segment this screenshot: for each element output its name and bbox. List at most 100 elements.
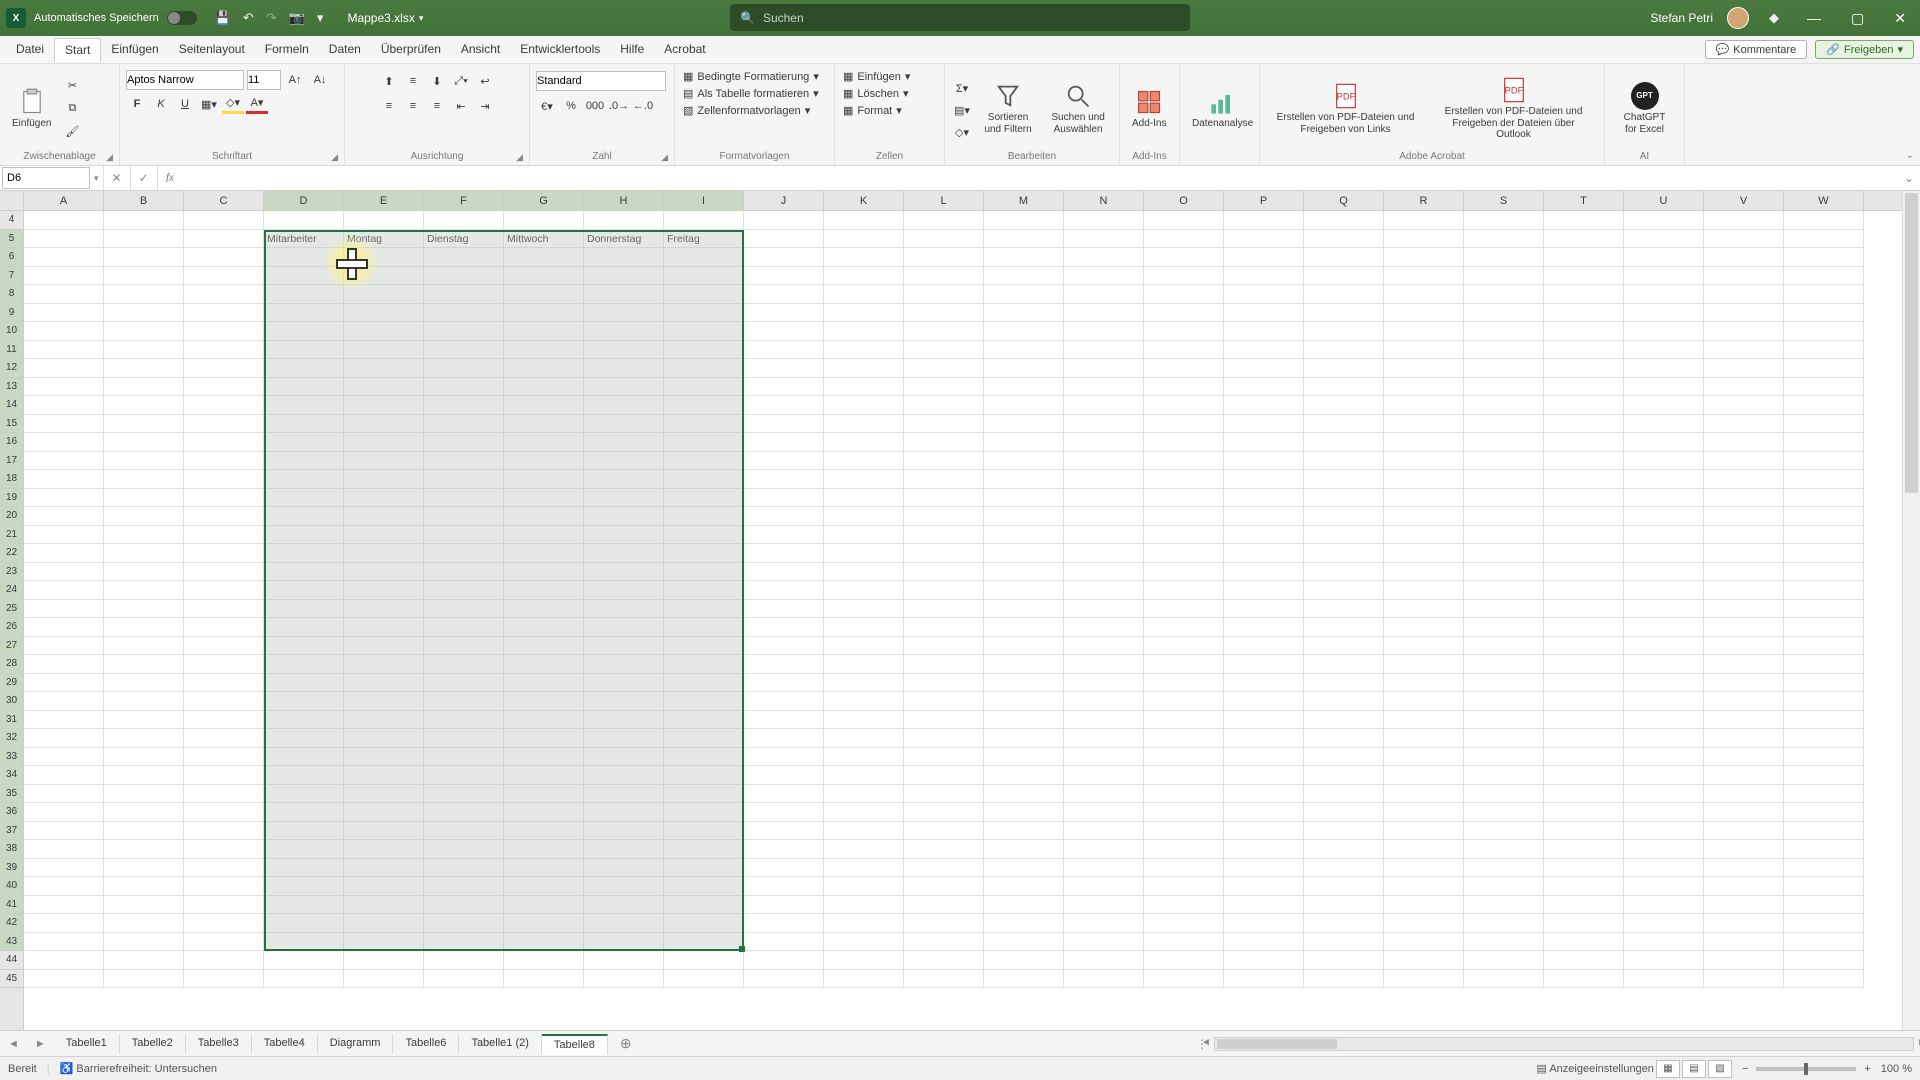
cell-D10[interactable] [264,322,344,341]
cell-L37[interactable] [904,822,984,841]
cell-L36[interactable] [904,803,984,822]
cell-P5[interactable] [1224,230,1304,249]
cell-V4[interactable] [1704,211,1784,230]
clipboard-launcher[interactable]: ◢ [106,152,113,163]
cell-S31[interactable] [1464,711,1544,730]
cell-C38[interactable] [184,840,264,859]
cell-C41[interactable] [184,896,264,915]
cell-J21[interactable] [744,526,824,545]
cell-O20[interactable] [1144,507,1224,526]
cell-I12[interactable] [664,359,744,378]
cell-E33[interactable] [344,748,424,767]
cell-D22[interactable] [264,544,344,563]
cell-L44[interactable] [904,951,984,970]
cell-G29[interactable] [504,674,584,693]
formula-input[interactable] [182,167,1898,189]
cell-O21[interactable] [1144,526,1224,545]
cell-G44[interactable] [504,951,584,970]
cell-D12[interactable] [264,359,344,378]
cell-B5[interactable] [104,230,184,249]
row-header-12[interactable]: 12 [0,359,23,378]
cell-B21[interactable] [104,526,184,545]
cell-C6[interactable] [184,248,264,267]
cell-E31[interactable] [344,711,424,730]
cell-I39[interactable] [664,859,744,878]
cell-L28[interactable] [904,655,984,674]
cell-G42[interactable] [504,914,584,933]
cell-Q32[interactable] [1304,729,1384,748]
cell-J6[interactable] [744,248,824,267]
cell-O29[interactable] [1144,674,1224,693]
cell-O27[interactable] [1144,637,1224,656]
cell-Q8[interactable] [1304,285,1384,304]
cell-R9[interactable] [1384,304,1464,323]
cell-C23[interactable] [184,563,264,582]
cell-C26[interactable] [184,618,264,637]
column-header-S[interactable]: S [1464,191,1544,210]
cell-I19[interactable] [664,489,744,508]
search-box[interactable]: 🔍 Suchen [730,4,1190,31]
cell-H23[interactable] [584,563,664,582]
cell-E34[interactable] [344,766,424,785]
acrobat-create-share-link-button[interactable]: PDF Erstellen von PDF-Dateien und Freige… [1266,80,1425,137]
diamond-icon[interactable]: ◆ [1763,10,1785,26]
cell-W9[interactable] [1784,304,1864,323]
cell-D28[interactable] [264,655,344,674]
cell-J20[interactable] [744,507,824,526]
cell-B43[interactable] [104,933,184,952]
cell-S18[interactable] [1464,470,1544,489]
cell-A18[interactable] [24,470,104,489]
cell-G39[interactable] [504,859,584,878]
cell-U17[interactable] [1624,452,1704,471]
cell-O40[interactable] [1144,877,1224,896]
column-header-C[interactable]: C [184,191,264,210]
cell-D37[interactable] [264,822,344,841]
cell-N45[interactable] [1064,970,1144,989]
cell-E14[interactable] [344,396,424,415]
cell-O37[interactable] [1144,822,1224,841]
cell-T35[interactable] [1544,785,1624,804]
cell-S29[interactable] [1464,674,1544,693]
cell-L39[interactable] [904,859,984,878]
cell-W22[interactable] [1784,544,1864,563]
cell-W34[interactable] [1784,766,1864,785]
autosum-icon[interactable]: Σ▾ [951,78,973,98]
cell-M21[interactable] [984,526,1064,545]
cell-T38[interactable] [1544,840,1624,859]
cell-A24[interactable] [24,581,104,600]
cell-A26[interactable] [24,618,104,637]
cell-R44[interactable] [1384,951,1464,970]
cell-D16[interactable] [264,433,344,452]
cell-T18[interactable] [1544,470,1624,489]
cell-U14[interactable] [1624,396,1704,415]
cell-F42[interactable] [424,914,504,933]
cell-W40[interactable] [1784,877,1864,896]
cell-D41[interactable] [264,896,344,915]
cell-O28[interactable] [1144,655,1224,674]
cell-S32[interactable] [1464,729,1544,748]
cell-H4[interactable] [584,211,664,230]
cell-T20[interactable] [1544,507,1624,526]
cell-D27[interactable] [264,637,344,656]
column-header-J[interactable]: J [744,191,824,210]
cell-O10[interactable] [1144,322,1224,341]
cell-A22[interactable] [24,544,104,563]
cell-H12[interactable] [584,359,664,378]
cell-H43[interactable] [584,933,664,952]
cell-L38[interactable] [904,840,984,859]
cell-W4[interactable] [1784,211,1864,230]
cell-P7[interactable] [1224,267,1304,286]
cell-F30[interactable] [424,692,504,711]
cell-C34[interactable] [184,766,264,785]
cell-Q5[interactable] [1304,230,1384,249]
cell-F43[interactable] [424,933,504,952]
cell-L30[interactable] [904,692,984,711]
cell-L40[interactable] [904,877,984,896]
cell-F5[interactable]: Dienstag [424,230,504,249]
cell-H44[interactable] [584,951,664,970]
cell-N12[interactable] [1064,359,1144,378]
cell-F15[interactable] [424,415,504,434]
cell-I4[interactable] [664,211,744,230]
delete-cells-button[interactable]: ▦ Löschen ▾ [841,86,938,101]
save-icon[interactable]: 💾 [209,10,237,26]
